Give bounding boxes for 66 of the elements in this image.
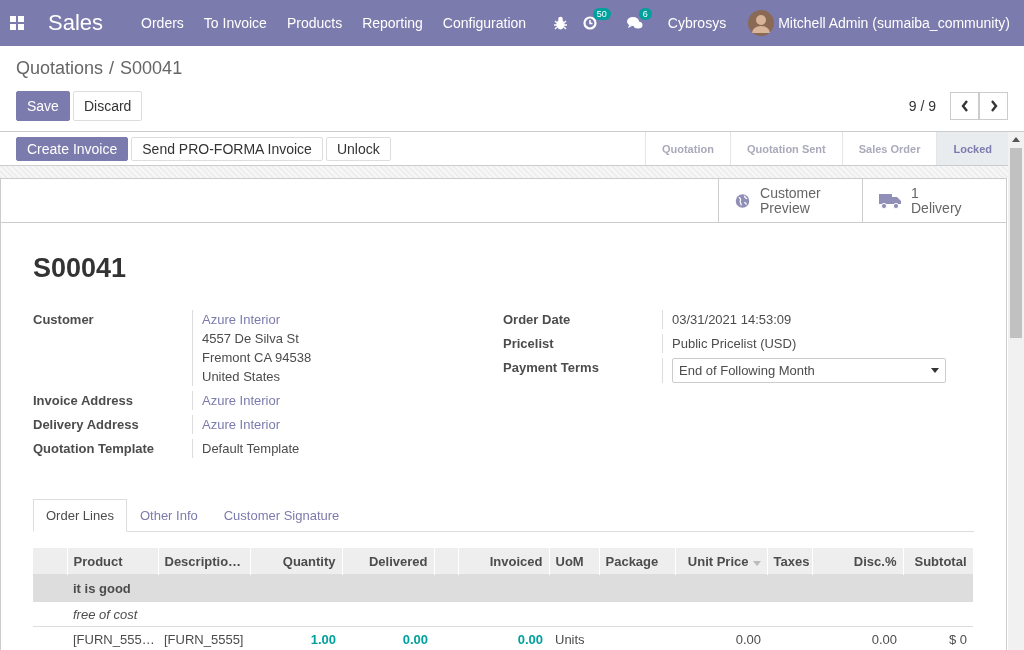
table-cell: 0.00: [402, 631, 428, 647]
company-switcher[interactable]: Cybrosys: [667, 15, 727, 31]
field-label: Order Date: [503, 310, 663, 329]
chat-bubbles-icon[interactable]: [626, 16, 643, 30]
scrollbar-thumb[interactable]: [1010, 148, 1022, 338]
secondary-button[interactable]: Discard: [72, 91, 143, 121]
field-value: 4557 De Silva St: [202, 330, 300, 348]
caret-down-icon: [931, 368, 939, 373]
field-label: Customer: [33, 310, 193, 386]
record-title: S00041: [33, 253, 128, 284]
menu-item[interactable]: Products: [286, 15, 343, 31]
notification-badge: 50: [592, 8, 611, 20]
tab[interactable]: Order Lines: [33, 499, 127, 532]
section-row-text: it is good: [73, 580, 131, 596]
table-cell: 0.00: [735, 631, 761, 647]
tab[interactable]: Customer Signature: [210, 499, 353, 532]
scrollbar[interactable]: [1008, 132, 1024, 650]
chevron-left-icon: [960, 100, 969, 112]
field-label: Pricelist: [503, 334, 663, 353]
field-value: United States: [202, 368, 282, 386]
breadcrumb-item: S00041: [120, 58, 183, 79]
primary-button[interactable]: Create Invoice: [16, 136, 129, 161]
secondary-button[interactable]: Unlock: [325, 136, 391, 161]
apps-grid-icon[interactable]: [10, 16, 24, 30]
field-label: Delivery Address: [33, 415, 193, 434]
breadcrumb-separator: /: [109, 58, 115, 79]
user-menu[interactable]: Mitchell Admin (sumaiba_community): [748, 10, 1010, 36]
field-label: Payment Terms: [503, 358, 663, 383]
field-value: Default Template: [202, 440, 300, 458]
table-cell: 1.00: [310, 631, 336, 647]
scroll-up-arrow-icon: [1012, 137, 1020, 142]
menu-item[interactable]: Configuration: [442, 15, 527, 31]
field-link[interactable]: Azure Interior: [202, 415, 281, 434]
field-link[interactable]: Azure Interior: [202, 310, 312, 329]
menu-item[interactable]: Reporting: [362, 15, 423, 31]
status-stage[interactable]: Locked: [936, 132, 1008, 165]
note-row-text: free of cost: [73, 606, 138, 622]
previous-button[interactable]: [950, 92, 979, 120]
menu-item[interactable]: To Invoice: [203, 15, 267, 31]
next-button[interactable]: [979, 92, 1008, 120]
bug-icon[interactable]: [553, 16, 567, 30]
menu-item[interactable]: Orders: [141, 15, 184, 31]
pager-value: 9 / 9: [908, 98, 936, 114]
field-value: Fremont CA 94538: [202, 349, 312, 367]
table-cell: Units: [555, 631, 585, 647]
chevron-right-icon: [989, 100, 998, 112]
primary-button[interactable]: Save: [16, 91, 70, 121]
truck-icon: [879, 191, 901, 210]
table-cell: $ 0: [948, 631, 967, 647]
field-label: Invoice Address: [33, 391, 193, 410]
table-cell: [FURN_5555]: [164, 631, 244, 647]
field-link[interactable]: Azure Interior: [202, 391, 281, 410]
clock-icon[interactable]: [582, 16, 597, 30]
field-value: Public Pricelist (USD): [672, 335, 797, 353]
table-cell: 0.00: [517, 631, 543, 647]
table-cell: [FURN_555…: [73, 631, 155, 647]
dropdown-field[interactable]: End of Following Month: [672, 358, 946, 383]
notification-badge: 6: [638, 8, 652, 20]
breadcrumb-item[interactable]: Quotations: [16, 58, 104, 79]
avatar-icon: [748, 10, 775, 36]
field-value: 03/31/2021 14:53:09: [672, 311, 792, 329]
field-label: Quotation Template: [33, 439, 193, 458]
tab[interactable]: Other Info: [126, 499, 211, 532]
app-title[interactable]: Sales: [48, 10, 104, 36]
secondary-button[interactable]: Send PRO-FORMA Invoice: [131, 136, 323, 161]
table-cell: 0.00: [871, 631, 897, 647]
